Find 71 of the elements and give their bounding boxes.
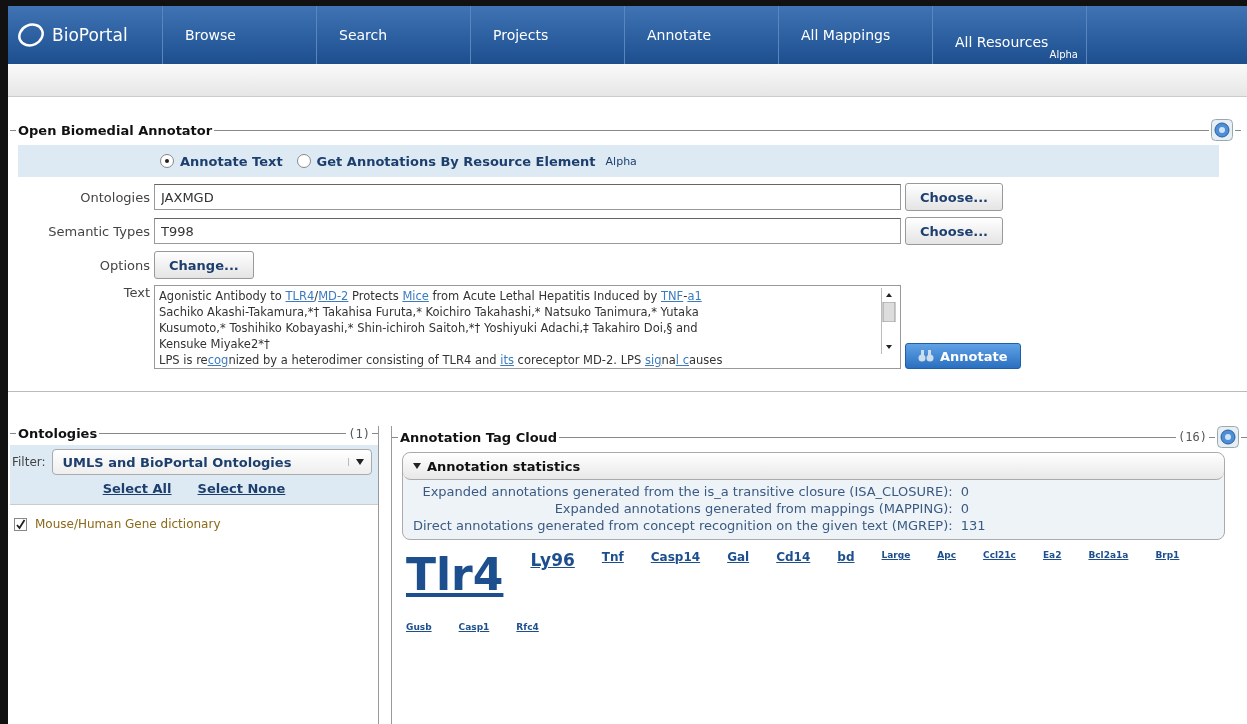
scroll-bar[interactable] <box>881 288 898 354</box>
tag-link[interactable]: Rfc4 <box>516 622 539 632</box>
text-field[interactable]: JAXMGD <box>154 184 901 210</box>
choose-button[interactable]: Choose... <box>905 217 1004 245</box>
binoculars-icon <box>918 349 934 363</box>
count-label: (1) <box>348 426 370 441</box>
tag-link[interactable]: Ea2 <box>1042 550 1062 560</box>
logo-icon <box>16 23 46 47</box>
select-all-link[interactable]: Select All <box>102 481 172 496</box>
text-line: LPS is recognized by a heterodimer consisting of TLR4 and its coreceptor MD-2. LPS signal causes <box>159 352 724 368</box>
statistic-label: Direct annotations generated from concept recognition on the given text (MGREP): <box>413 518 953 533</box>
change-button[interactable]: Change... <box>154 251 254 279</box>
text-line: Sachiko Akashi-Takamura,*† Takahisa Furuta,* Koichiro Takahashi,* Natsuko Tanimura,* Yutaka <box>159 304 700 320</box>
annotation-link[interactable]: l c <box>675 353 689 367</box>
field-label: Text <box>122 285 150 300</box>
tag-link[interactable]: Large <box>881 550 911 560</box>
radio-label[interactable]: Annotate Text <box>180 153 283 169</box>
tag-link[interactable]: Tlr4 <box>406 550 504 600</box>
annotation-link[interactable]: its <box>500 353 514 367</box>
statistics-header[interactable]: Annotation statistics <box>403 453 1224 480</box>
text-area[interactable] <box>154 285 901 369</box>
statistic-value: 0 <box>960 484 970 499</box>
checkbox[interactable] <box>14 517 27 531</box>
annotation-link[interactable]: MD-2 <box>318 289 349 303</box>
section-title: Open Biomedial Annotator <box>18 122 213 138</box>
tag-link[interactable]: Bcl2a1a <box>1088 550 1129 560</box>
text-field[interactable]: T998 <box>154 218 901 244</box>
tag-link[interactable]: Gusb <box>406 622 432 632</box>
field-label: Semantic Types <box>47 223 150 239</box>
ontology-label[interactable]: Mouse/Human Gene dictionary <box>35 517 221 531</box>
statistic-label: Expanded annotations generated from the is_a transitive closure (ISA_CLOSURE): <box>421 484 953 499</box>
tag-link[interactable]: Brp1 <box>1155 550 1180 560</box>
filter-label: Filter: <box>12 455 46 469</box>
radio-button[interactable] <box>296 154 311 168</box>
tag-link[interactable]: Apc <box>937 550 957 560</box>
annotation-link[interactable]: cog <box>207 353 229 367</box>
tag-link[interactable]: Casp1 <box>458 622 490 632</box>
panel-title: Ontologies <box>18 426 98 441</box>
tag-link[interactable]: Ly96 <box>530 550 575 570</box>
statistic-value: 0 <box>960 501 970 516</box>
tag-link[interactable]: bd <box>837 550 855 564</box>
help-icon[interactable] <box>1217 426 1239 448</box>
radio-button[interactable] <box>160 154 174 168</box>
field-label: Options <box>98 257 150 273</box>
text-line: Agonistic Antibody to TLR4/MD-2 Protects Mice from Acute Lethal Hepatitis Induced by TNF-a1 <box>159 288 703 304</box>
tag-link[interactable]: Casp14 <box>650 550 701 564</box>
annotation-link[interactable]: Mice <box>402 289 429 303</box>
filter-dropdown[interactable]: UMLS and BioPortal Ontologies <box>51 449 372 475</box>
statistic-label: Expanded annotations generated from mappings (MAPPING): <box>553 501 953 516</box>
panel-title: Annotation Tag Cloud <box>400 429 558 445</box>
logo-text[interactable]: BioPortal <box>52 25 128 45</box>
annotate-button[interactable]: Annotate <box>905 343 1021 369</box>
tag-link[interactable]: Tnf <box>601 550 624 564</box>
tag-link[interactable]: Ccl21c <box>983 550 1016 560</box>
choose-button[interactable]: Choose... <box>905 183 1004 211</box>
alpha-label: Alpha <box>605 154 637 168</box>
tag-link[interactable]: Cd14 <box>776 550 811 564</box>
radio-label[interactable]: Get Annotations By Resource Element <box>316 153 596 169</box>
tag-link[interactable]: Gal <box>727 550 750 564</box>
text-line: Kensuke Miyake2*† <box>159 336 271 352</box>
select-none-link[interactable]: Select None <box>197 481 286 496</box>
annotation-link[interactable]: TLR4 <box>285 289 315 303</box>
count-label: (16) <box>1178 430 1207 444</box>
statistics-title: Annotation statistics <box>427 458 581 474</box>
help-icon[interactable] <box>1211 119 1233 141</box>
annotation-link[interactable]: TNF <box>660 289 684 303</box>
text-line: Kusumoto,* Toshihiko Kobayashi,* Shin-ichiroh Saitoh,*† Yoshiyuki Adachi,‡ Takahiro Doi,§ and <box>159 320 699 336</box>
field-label: Ontologies <box>79 189 150 205</box>
annotation-link[interactable]: a1 <box>687 289 702 303</box>
annotation-link[interactable]: sig <box>644 353 662 367</box>
statistic-value: 131 <box>960 518 986 533</box>
